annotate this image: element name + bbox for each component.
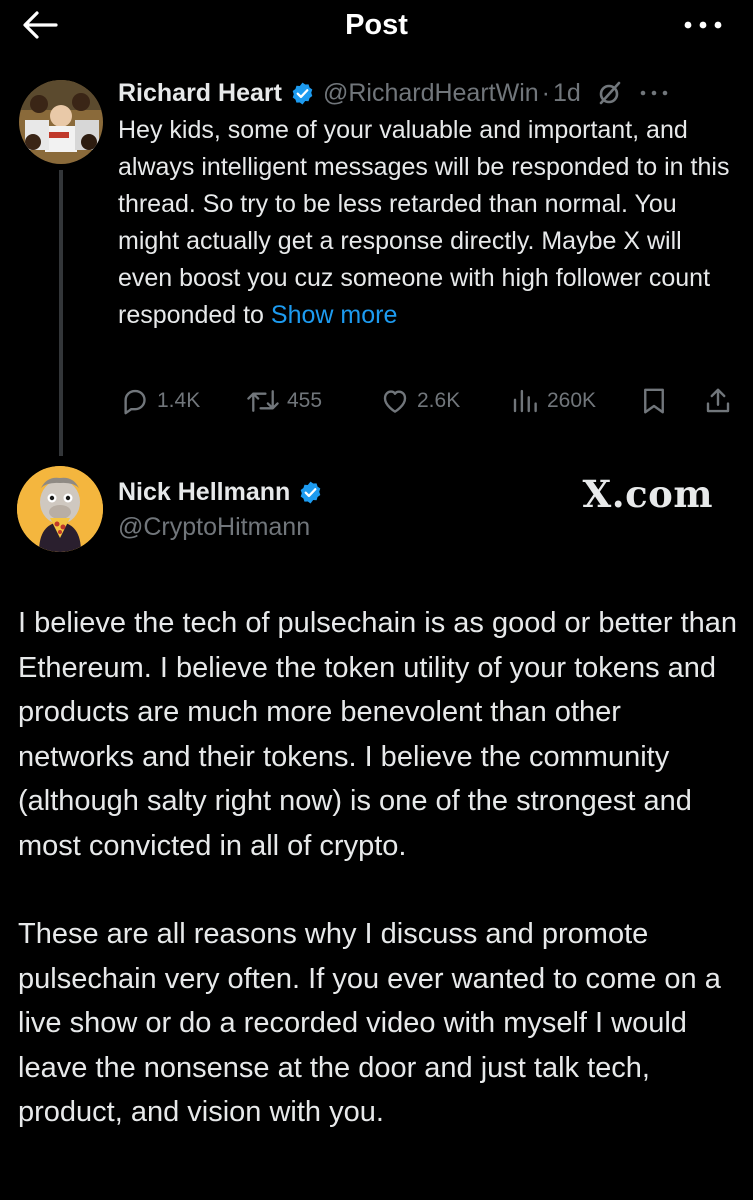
top-bar: Post bbox=[0, 0, 753, 66]
avatar-ape-icon bbox=[17, 466, 103, 552]
avatar[interactable] bbox=[19, 80, 103, 164]
avatar-photo-icon bbox=[19, 80, 103, 164]
post-body: I believe the tech of pulsechain is as g… bbox=[18, 601, 743, 1135]
author-handle[interactable]: @CryptoHitmann bbox=[118, 510, 310, 544]
more-horizontal-icon bbox=[684, 21, 722, 29]
page-title: Post bbox=[345, 9, 408, 41]
repost-icon bbox=[247, 390, 279, 412]
author-name[interactable]: Richard Heart bbox=[118, 79, 282, 108]
post-paragraph: These are all reasons why I discuss and … bbox=[18, 918, 721, 1128]
share-icon bbox=[706, 388, 730, 413]
view-count: 260K bbox=[547, 389, 597, 412]
repost-count: 455 bbox=[287, 389, 323, 412]
tweet-actions: 1.4K 455 2.6K 260K bbox=[118, 383, 738, 419]
tweet-author-row: Richard Heart @RichardHeartWin · 1d bbox=[118, 76, 738, 110]
heart-icon bbox=[383, 390, 407, 413]
post-author-row: Nick Hellmann bbox=[118, 474, 331, 510]
post-timestamp[interactable]: 1d bbox=[553, 79, 581, 108]
reply-icon bbox=[124, 389, 146, 415]
xcom-watermark: X.com bbox=[582, 472, 713, 516]
tweet-body: Hey kids, some of your valuable and impo… bbox=[118, 116, 730, 329]
more-options-button[interactable] bbox=[681, 14, 725, 36]
author-handle[interactable]: @RichardHeartWin bbox=[323, 79, 539, 108]
bookmark-button[interactable] bbox=[640, 383, 668, 419]
views-button[interactable]: 260K bbox=[510, 383, 596, 419]
author-name[interactable]: Nick Hellmann bbox=[118, 478, 290, 507]
verified-badge-icon bbox=[292, 82, 313, 104]
like-button[interactable]: 2.6K bbox=[380, 383, 460, 419]
verified-badge-icon bbox=[300, 481, 321, 503]
grok-icon[interactable] bbox=[597, 80, 623, 106]
reply-button[interactable]: 1.4K bbox=[120, 383, 200, 419]
like-count: 2.6K bbox=[417, 389, 461, 412]
bookmark-icon bbox=[644, 388, 664, 414]
show-more-link[interactable]: Show more bbox=[271, 301, 397, 329]
thread-connector-line bbox=[59, 170, 63, 456]
reply-count: 1.4K bbox=[157, 389, 201, 412]
share-button[interactable] bbox=[703, 383, 733, 419]
views-chart-icon bbox=[513, 389, 537, 413]
more-horizontal-icon[interactable] bbox=[639, 88, 669, 98]
separator-dot: · bbox=[541, 78, 550, 107]
post-paragraph: I believe the tech of pulsechain is as g… bbox=[18, 607, 738, 862]
repost-button[interactable]: 455 bbox=[246, 383, 322, 419]
avatar[interactable] bbox=[17, 466, 103, 552]
tweet-text: Hey kids, some of your valuable and impo… bbox=[118, 112, 730, 334]
